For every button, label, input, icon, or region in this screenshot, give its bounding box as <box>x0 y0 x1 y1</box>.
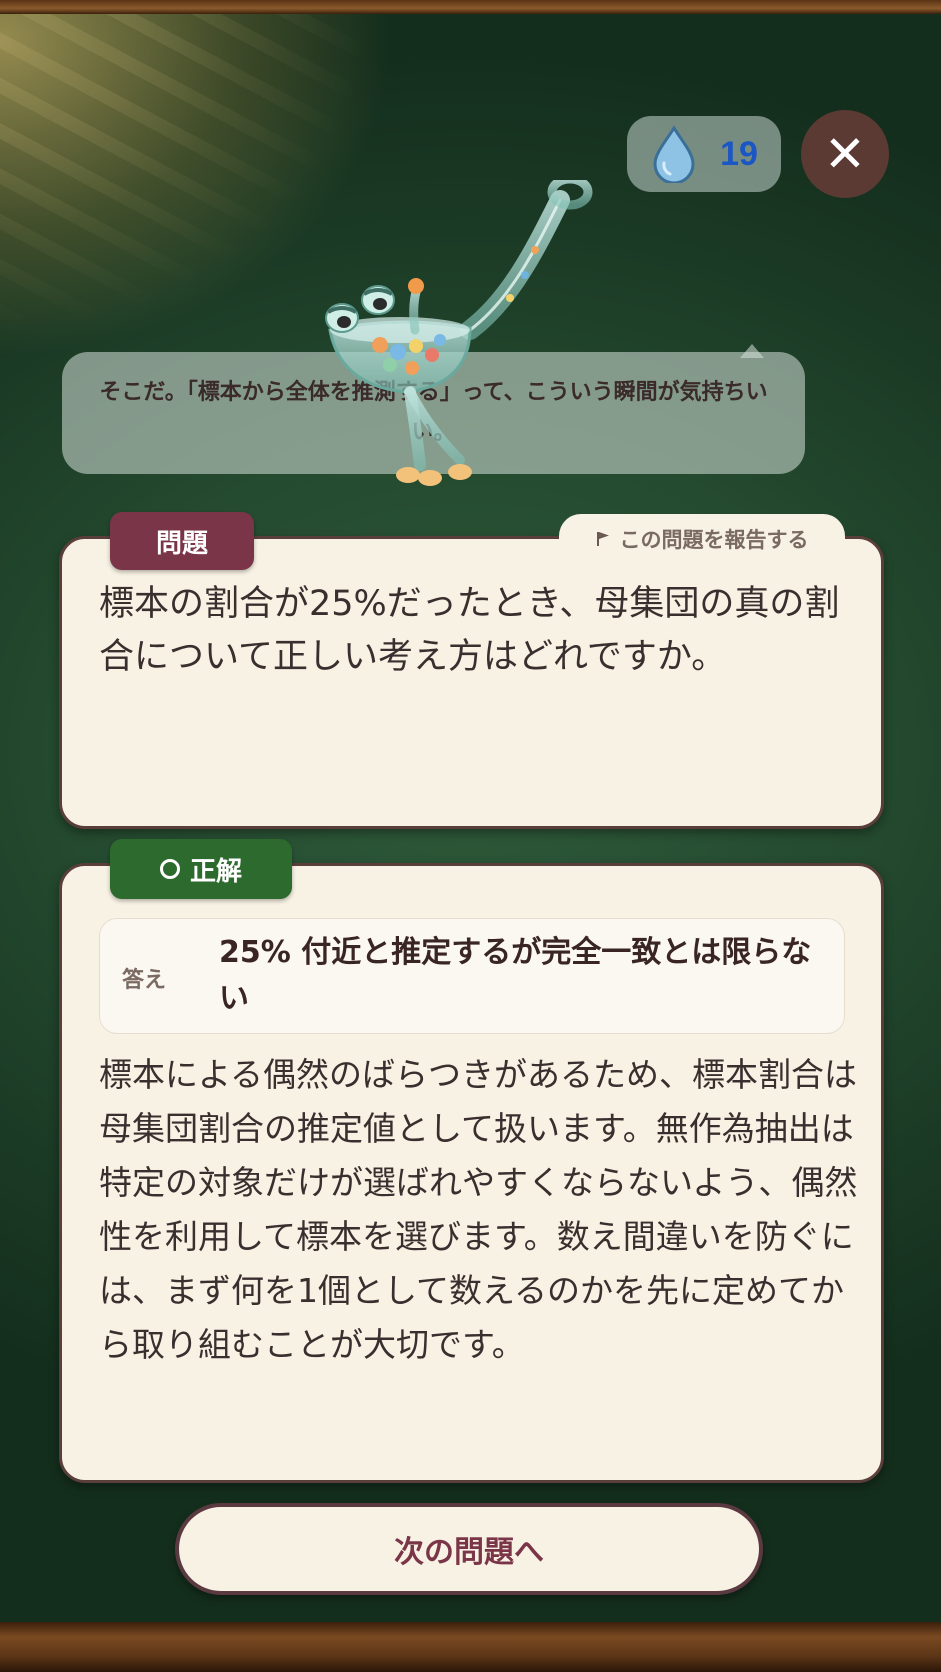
report-question-button[interactable]: この問題を報告する <box>559 514 845 564</box>
close-button[interactable]: ✕ <box>801 110 889 198</box>
drops-count: 19 <box>720 134 758 173</box>
correct-tab-label: 正解 <box>189 856 242 887</box>
circle-icon <box>159 859 180 879</box>
question-tab-label: 問題 <box>155 528 208 559</box>
next-question-button[interactable]: 次の問題へ <box>175 1503 763 1595</box>
question-text: 標本の割合が25%だったとき、母集団の真の割合について正しい考え方はどれですか。 <box>99 584 840 677</box>
drops-counter: 19 <box>627 116 781 192</box>
correct-tab: 正解 <box>110 839 292 899</box>
flag-icon <box>596 532 609 546</box>
report-question-label: この問題を報告する <box>619 528 809 552</box>
water-drop-icon <box>653 125 695 183</box>
chalkboard-frame-bottom <box>0 1622 941 1672</box>
question-tab: 問題 <box>110 512 254 570</box>
close-icon: ✕ <box>824 125 866 183</box>
answer-text: 25% 付近と推定するが完全一致とは限らない <box>219 935 812 1016</box>
answer-label: 答え <box>122 968 167 993</box>
quiz-screen: 19 ✕ そこだ。「標本から全体を推測する」って、こういう瞬間が気持ちいい。 問… <box>0 0 941 1672</box>
explanation-text: 標本による偶然のばらつきがあるため、標本割合は母集団割合の推定値として扱います。… <box>99 1055 858 1364</box>
mascot-ladle-creature <box>325 180 593 486</box>
sunlight-decoration <box>0 0 360 320</box>
next-question-label: 次の問題へ <box>394 1535 544 1570</box>
chalkboard-frame-top <box>0 0 941 14</box>
